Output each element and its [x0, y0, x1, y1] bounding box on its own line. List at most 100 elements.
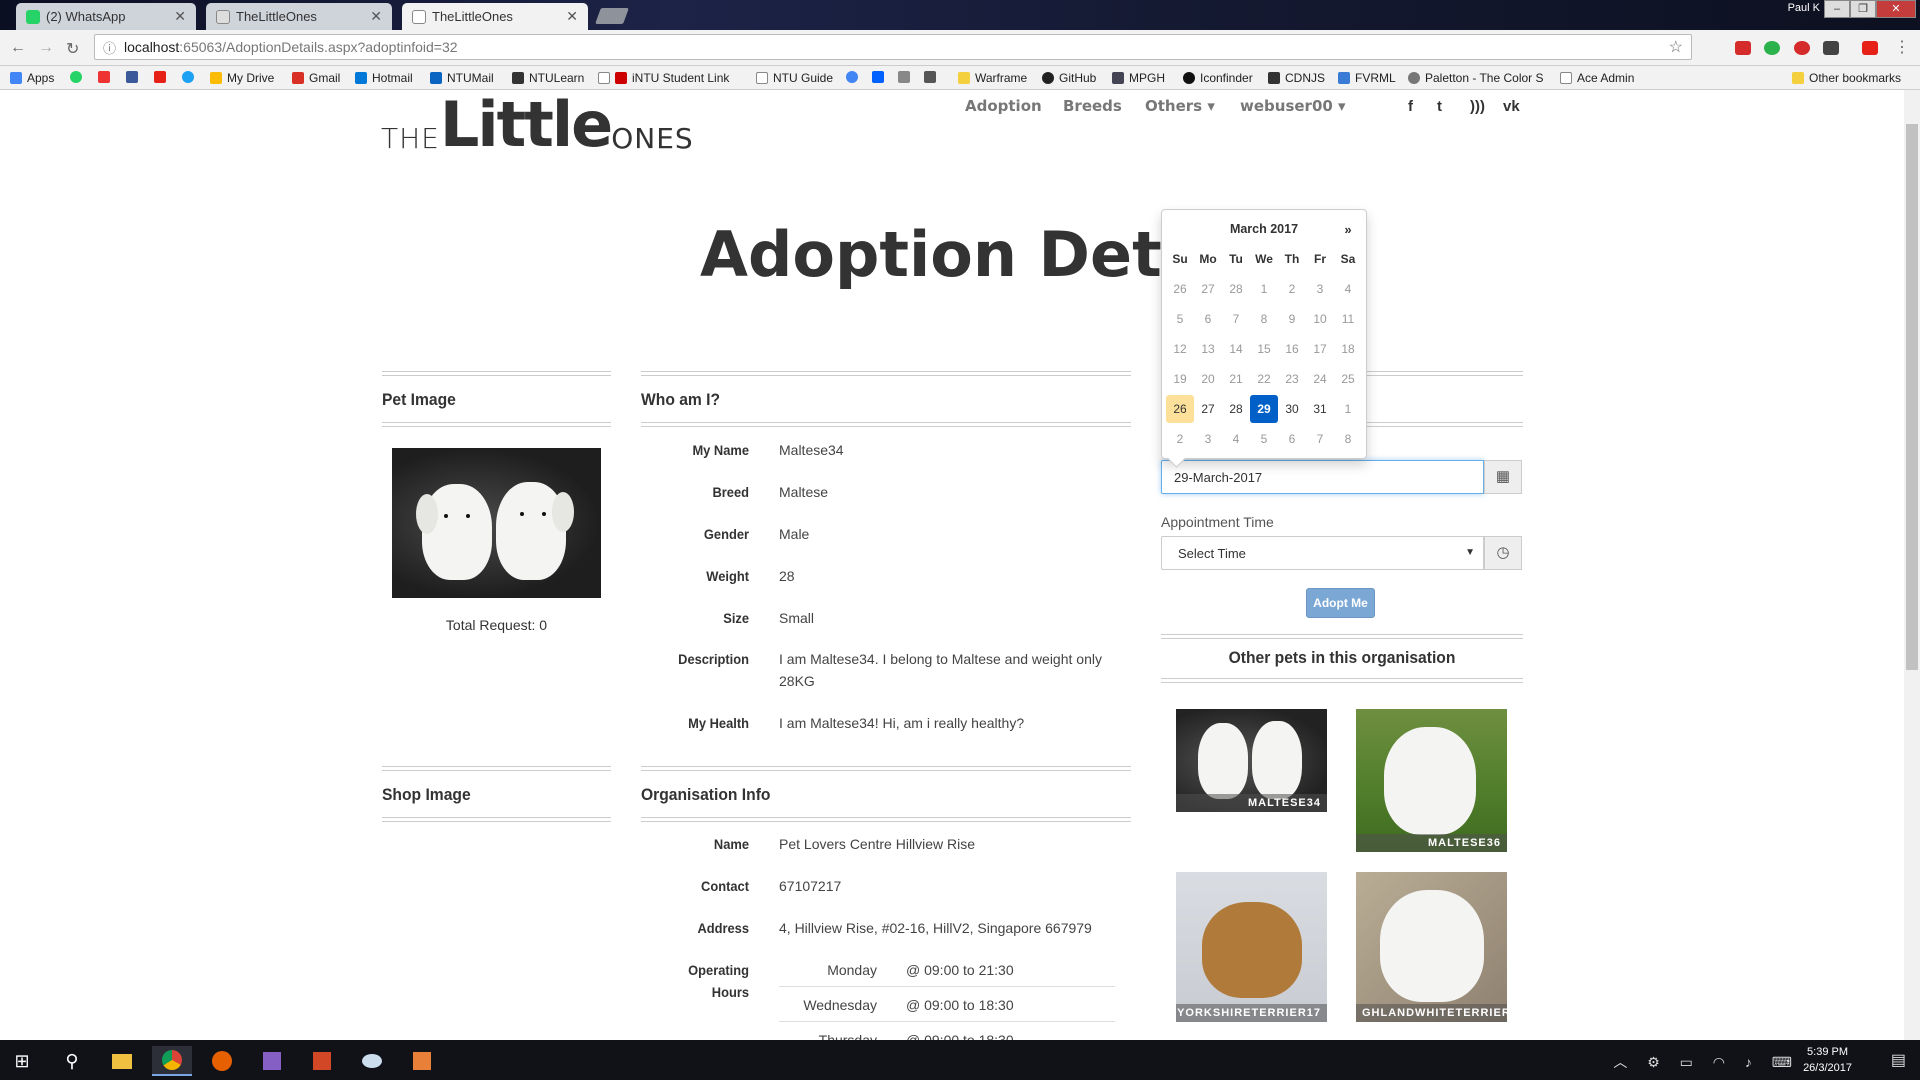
nav-adoption[interactable]: Adoption	[965, 97, 1042, 115]
datepicker-day[interactable]: 31	[1306, 395, 1334, 423]
datepicker-day[interactable]: 26	[1166, 395, 1194, 423]
grammarly-icon[interactable]	[1764, 41, 1780, 55]
new-tab-button[interactable]	[595, 8, 629, 24]
bookmark-fvrml[interactable]: FVRML	[1338, 71, 1396, 85]
datepicker-day[interactable]: 28	[1222, 395, 1250, 423]
datepicker-month-title[interactable]: March 2017	[1166, 222, 1334, 236]
bookmark-other[interactable]: Other bookmarks	[1792, 71, 1901, 85]
system-tray-icons[interactable]: ︿ ⚙ ▭ ◠ ♪ ⌨	[1613, 1052, 1800, 1072]
datepicker-day[interactable]: 29	[1250, 395, 1278, 423]
facebook-icon[interactable]: f	[1408, 98, 1413, 115]
other-pet-card[interactable]: MALTESE34	[1176, 709, 1327, 812]
datepicker-day[interactable]: 5	[1250, 425, 1278, 453]
datepicker-day[interactable]: 10	[1306, 305, 1334, 333]
bookmark-ntulearn[interactable]: NTULearn	[512, 71, 584, 85]
reload-icon[interactable]: ↻	[66, 39, 79, 59]
taskbar-clock[interactable]: 5:39 PM 26/3/2017	[1803, 1044, 1852, 1076]
datepicker-day[interactable]: 30	[1278, 395, 1306, 423]
datepicker-day[interactable]: 8	[1250, 305, 1278, 333]
bookmark-intu[interactable]: iNTU Student Link	[598, 71, 729, 85]
extension-icon[interactable]	[1735, 41, 1751, 55]
bookmark-apps[interactable]: Apps	[10, 71, 54, 85]
datepicker-day[interactable]: 26	[1166, 275, 1194, 303]
datepicker-day[interactable]: 17	[1306, 335, 1334, 363]
back-icon[interactable]: ←	[10, 39, 26, 57]
info-icon[interactable]: ⓘ	[103, 38, 116, 57]
adopt-me-button[interactable]: Adopt Me	[1306, 588, 1375, 618]
window-user-label[interactable]: Paul K	[1788, 2, 1820, 14]
windows-start-icon[interactable]: ⊞	[2, 1046, 42, 1076]
datepicker-day[interactable]: 6	[1194, 305, 1222, 333]
datepicker-day[interactable]: 28	[1222, 275, 1250, 303]
appointment-date-input[interactable]: 29-March-2017	[1161, 460, 1484, 494]
datepicker-day[interactable]: 13	[1194, 335, 1222, 363]
bookmark-dropbox[interactable]	[872, 71, 889, 83]
datepicker-day[interactable]: 2	[1278, 275, 1306, 303]
datepicker-day[interactable]: 9	[1278, 305, 1306, 333]
datepicker-day[interactable]: 5	[1166, 305, 1194, 333]
datepicker-day[interactable]: 23	[1278, 365, 1306, 393]
youtube-extension-icon[interactable]	[1862, 41, 1878, 55]
menu-icon[interactable]: ⋮	[1894, 37, 1910, 57]
tab-whatsapp[interactable]: (2) WhatsApp ✕	[16, 3, 196, 30]
datepicker-day[interactable]: 25	[1334, 365, 1362, 393]
bookmark-github[interactable]: GitHub	[1042, 71, 1096, 85]
datepicker-day[interactable]: 16	[1278, 335, 1306, 363]
bookmark-whatsapp[interactable]	[70, 71, 87, 83]
bookmark-my-drive[interactable]: My Drive	[210, 71, 274, 85]
datepicker-day[interactable]: 24	[1306, 365, 1334, 393]
eyedropper-icon[interactable]	[1823, 41, 1839, 55]
minimize-button[interactable]: –	[1824, 0, 1850, 18]
site-logo[interactable]: THELittleONES	[381, 90, 694, 163]
datepicker-day[interactable]: 22	[1250, 365, 1278, 393]
visual-studio-icon[interactable]	[252, 1046, 292, 1076]
datepicker-day[interactable]: 11	[1334, 305, 1362, 333]
page-scrollbar-thumb[interactable]	[1906, 124, 1918, 670]
bookmark-cdnjs[interactable]: CDNJS	[1268, 71, 1325, 85]
other-pet-card[interactable]: GHLANDWHITETERRIER7	[1356, 872, 1507, 1022]
adblock-icon[interactable]	[1794, 41, 1810, 55]
datepicker-day[interactable]: 14	[1222, 335, 1250, 363]
bookmark-shield[interactable]	[898, 71, 915, 83]
bookmark-google[interactable]	[846, 71, 863, 83]
bookmark-youtube[interactable]	[154, 71, 171, 83]
bookmark-monitor[interactable]	[924, 71, 941, 83]
powerpoint-icon[interactable]	[302, 1046, 342, 1076]
window-close-button[interactable]: ✕	[1876, 0, 1916, 18]
bookmark-twitter[interactable]	[182, 71, 199, 83]
notification-icon[interactable]: ▤	[1891, 1050, 1906, 1070]
datepicker-day[interactable]: 2	[1166, 425, 1194, 453]
forward-icon[interactable]: →	[38, 39, 54, 57]
other-pet-card[interactable]: MALTESE36	[1356, 709, 1507, 852]
bookmark-warframe[interactable]: Warframe	[958, 71, 1027, 85]
star-icon[interactable]: ☆	[1669, 37, 1683, 57]
bookmark-paletton[interactable]: Paletton - The Color S	[1408, 71, 1544, 85]
twitter-icon[interactable]: t	[1437, 98, 1442, 115]
datepicker-day[interactable]: 1	[1334, 395, 1362, 423]
datepicker-day[interactable]: 18	[1334, 335, 1362, 363]
datepicker-day[interactable]: 3	[1306, 275, 1334, 303]
datepicker-day[interactable]: 27	[1194, 275, 1222, 303]
bookmark-mpgh[interactable]: MPGH	[1112, 71, 1165, 85]
datepicker-day[interactable]: 4	[1334, 275, 1362, 303]
bookmark-ntu-guide[interactable]: NTU Guide	[756, 71, 833, 85]
datepicker-day[interactable]: 7	[1306, 425, 1334, 453]
address-bar[interactable]: ⓘ localhost:65063/AdoptionDetails.aspx?a…	[94, 34, 1692, 60]
clock-icon[interactable]: ◷	[1484, 536, 1522, 570]
datepicker-day[interactable]: 15	[1250, 335, 1278, 363]
nav-others-dropdown[interactable]: Others ▾	[1145, 97, 1215, 115]
datepicker-day[interactable]: 6	[1278, 425, 1306, 453]
search-icon[interactable]: ⚲	[52, 1046, 92, 1076]
bookmark-gmail[interactable]: Gmail	[292, 71, 340, 85]
restore-button[interactable]: ❐	[1850, 0, 1876, 18]
firefox-icon[interactable]	[202, 1046, 242, 1076]
calendar-icon[interactable]: ▦	[1484, 460, 1522, 494]
bookmark-facebook[interactable]	[126, 71, 143, 83]
paint-tool-icon[interactable]	[352, 1046, 392, 1076]
datepicker-next-button[interactable]: »	[1334, 222, 1362, 237]
datepicker-day[interactable]: 4	[1222, 425, 1250, 453]
bookmark-x[interactable]	[98, 71, 115, 83]
close-icon[interactable]: ✕	[370, 8, 382, 25]
app-icon[interactable]	[402, 1046, 442, 1076]
file-explorer-icon[interactable]	[102, 1046, 142, 1076]
